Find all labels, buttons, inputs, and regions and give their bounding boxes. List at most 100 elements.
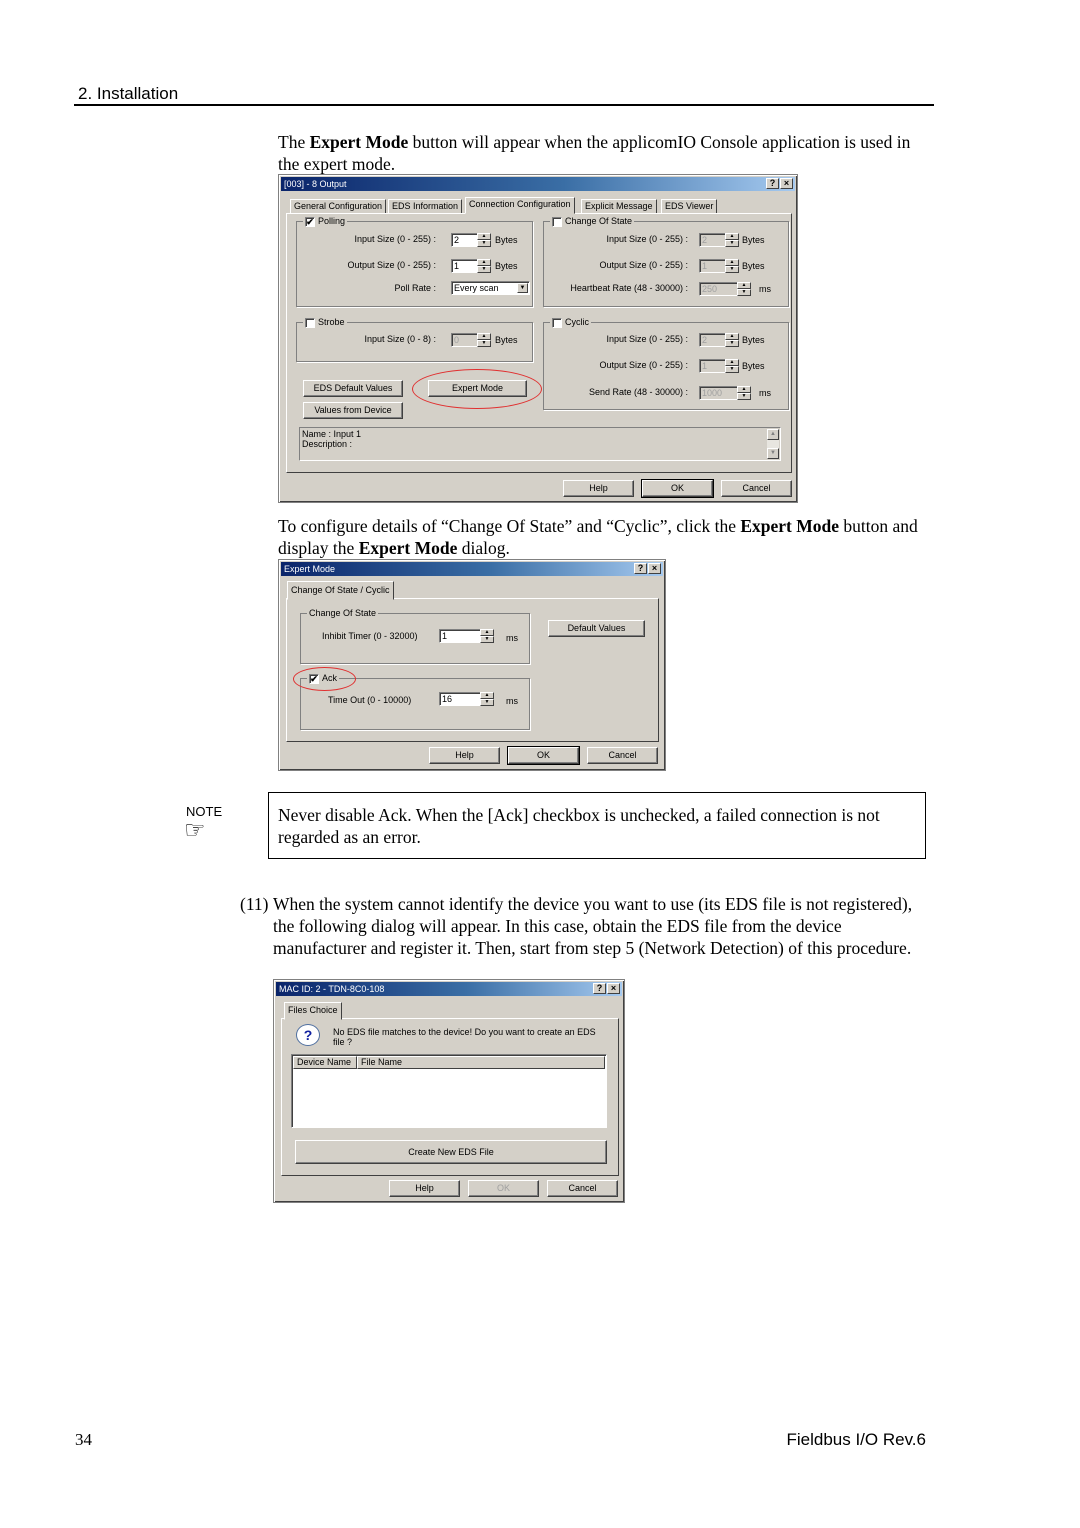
output-size-label: Output Size (0 - 255) :: [599, 360, 688, 370]
unit-label: Bytes: [742, 335, 765, 345]
output-size-label: Output Size (0 - 255) :: [599, 260, 688, 270]
heartbeat-rate-label: Heartbeat Rate (48 - 30000) :: [570, 283, 688, 293]
cancel-button[interactable]: Cancel: [587, 747, 658, 764]
unit-label: ms: [506, 696, 518, 706]
dialog-titlebar: [003] - 8 Output ? ×: [281, 177, 795, 191]
inhibit-timer-spinner[interactable]: ▲ ▼: [480, 629, 494, 643]
paragraph-expert-mode-intro: The Expert Mode button will appear when …: [278, 131, 918, 175]
header-rule: [74, 104, 934, 106]
ok-button[interactable]: OK: [507, 746, 580, 765]
info-description: Description :: [302, 439, 353, 449]
send-rate-field[interactable]: 1000: [699, 386, 741, 400]
description-box[interactable]: Name : Input 1 Description : ▲ ▼: [299, 427, 781, 461]
help-button[interactable]: Help: [429, 747, 500, 764]
scroll-down-icon[interactable]: ▼: [767, 448, 779, 459]
default-values-button[interactable]: Default Values: [548, 620, 645, 637]
unit-label: ms: [759, 388, 771, 398]
eds-file-list[interactable]: Device Name File Name: [291, 1054, 607, 1128]
close-button[interactable]: ×: [780, 178, 793, 189]
dialog-title: [003] - 8 Output: [284, 179, 347, 189]
heartbeat-rate-field[interactable]: 250: [699, 282, 741, 296]
cyclic-text: Cyclic: [565, 317, 589, 327]
input-size-label: Input Size (0 - 255) :: [606, 234, 688, 244]
poll-rate-select[interactable]: Every scan ▼: [451, 281, 530, 295]
chevron-down-icon[interactable]: ▼: [517, 283, 528, 293]
dialog-titlebar: Expert Mode ? ×: [281, 562, 663, 576]
timeout-spinner[interactable]: ▲ ▼: [480, 692, 494, 706]
question-icon: ?: [296, 1024, 320, 1046]
strobe-input-spinner[interactable]: ▲ ▼: [477, 333, 491, 347]
close-button[interactable]: ×: [607, 983, 620, 994]
help-title-button[interactable]: ?: [634, 563, 647, 574]
page-number: 34: [75, 1430, 92, 1449]
unit-label: Bytes: [495, 261, 518, 271]
tab-general-configuration[interactable]: General Configuration: [290, 199, 387, 214]
values-from-device-button[interactable]: Values from Device: [303, 402, 403, 419]
inhibit-timer-field[interactable]: 1: [439, 629, 484, 643]
strobe-group: Strobe Input Size (0 - 8) : 0 ▲ ▼ Bytes: [296, 317, 533, 362]
cos-checkbox[interactable]: [552, 216, 562, 227]
input-size-label: Input Size (0 - 8) :: [364, 334, 436, 344]
text-bold: Expert Mode: [309, 132, 409, 152]
section-title: 2. Installation: [78, 84, 179, 103]
step-11-text: When the system cannot identify the devi…: [273, 893, 925, 959]
cyclic-input-spinner[interactable]: ▲ ▼: [725, 333, 739, 347]
send-rate-spinner[interactable]: ▲ ▼: [737, 386, 751, 400]
tab-cos-cyclic[interactable]: Change Of State / Cyclic: [287, 581, 394, 600]
help-title-button[interactable]: ?: [593, 983, 606, 994]
unit-label: Bytes: [742, 361, 765, 371]
create-new-eds-file-button[interactable]: Create New EDS File: [295, 1140, 607, 1164]
text-run: The: [278, 132, 310, 152]
tab-connection-configuration[interactable]: Connection Configuration: [465, 197, 575, 214]
strobe-text: Strobe: [318, 317, 345, 327]
dialog-title: MAC ID: 2 - TDN-8C0-108: [279, 984, 385, 994]
scroll-up-icon[interactable]: ▲: [767, 429, 779, 440]
cyclic-output-spinner[interactable]: ▲ ▼: [725, 359, 739, 373]
polling-checkbox[interactable]: ✔: [305, 216, 315, 227]
cos-input-spinner[interactable]: ▲ ▼: [725, 233, 739, 247]
unit-label: ms: [759, 284, 771, 294]
eds-default-values-button[interactable]: EDS Default Values: [303, 380, 403, 397]
expert-mode-dialog: Expert Mode ? × Change Of State / Cyclic…: [278, 559, 666, 771]
ok-button[interactable]: OK: [468, 1180, 539, 1197]
unit-label: Bytes: [495, 235, 518, 245]
text-run: When the system cannot identify the devi…: [273, 894, 913, 958]
cyclic-checkbox[interactable]: [552, 317, 562, 328]
tab-eds-viewer[interactable]: EDS Viewer: [661, 199, 718, 214]
polling-input-spinner[interactable]: ▲ ▼: [477, 233, 491, 247]
tab-eds-information[interactable]: EDS Information: [388, 199, 463, 214]
dialog-titlebar: MAC ID: 2 - TDN-8C0-108 ? ×: [276, 982, 622, 996]
pointing-hand-icon: ☞: [184, 816, 206, 844]
close-button[interactable]: ×: [648, 563, 661, 574]
cancel-button[interactable]: Cancel: [547, 1180, 618, 1197]
timeout-field[interactable]: 16: [439, 692, 484, 706]
column-device-name[interactable]: Device Name: [293, 1056, 357, 1069]
polling-output-spinner[interactable]: ▲ ▼: [477, 259, 491, 273]
heartbeat-spinner[interactable]: ▲ ▼: [737, 282, 751, 296]
help-title-button[interactable]: ?: [766, 178, 779, 189]
tab-files-choice[interactable]: Files Choice: [284, 1002, 342, 1020]
text-bold: Expert Mode: [358, 538, 458, 558]
column-file-name[interactable]: File Name: [357, 1056, 605, 1069]
text-run: To configure details of “Change Of State…: [278, 516, 741, 536]
unit-label: ms: [506, 633, 518, 643]
help-button[interactable]: Help: [389, 1180, 460, 1197]
cancel-button[interactable]: Cancel: [721, 480, 792, 497]
connection-config-dialog: [003] - 8 Output ? × General Configurati…: [278, 174, 798, 503]
scrollbar[interactable]: ▲ ▼: [767, 429, 779, 459]
output-size-label: Output Size (0 - 255) :: [347, 260, 436, 270]
polling-text: Polling: [318, 216, 346, 226]
polling-label: ✔ Polling: [303, 216, 348, 227]
tab-explicit-message[interactable]: Explicit Message: [581, 199, 657, 214]
change-of-state-group: Change Of State Input Size (0 - 255) : 2…: [543, 216, 789, 307]
strobe-label: Strobe: [303, 317, 347, 328]
poll-rate-value: Every scan: [454, 283, 499, 293]
ok-button[interactable]: OK: [641, 479, 714, 498]
cos-output-spinner[interactable]: ▲ ▼: [725, 259, 739, 273]
info-name: Name : Input 1: [302, 429, 362, 439]
text-run: dialog.: [457, 538, 510, 558]
cyclic-label: Cyclic: [550, 317, 591, 328]
help-button[interactable]: Help: [563, 480, 634, 497]
strobe-checkbox[interactable]: [305, 317, 315, 328]
list-header: Device Name File Name: [293, 1056, 605, 1069]
